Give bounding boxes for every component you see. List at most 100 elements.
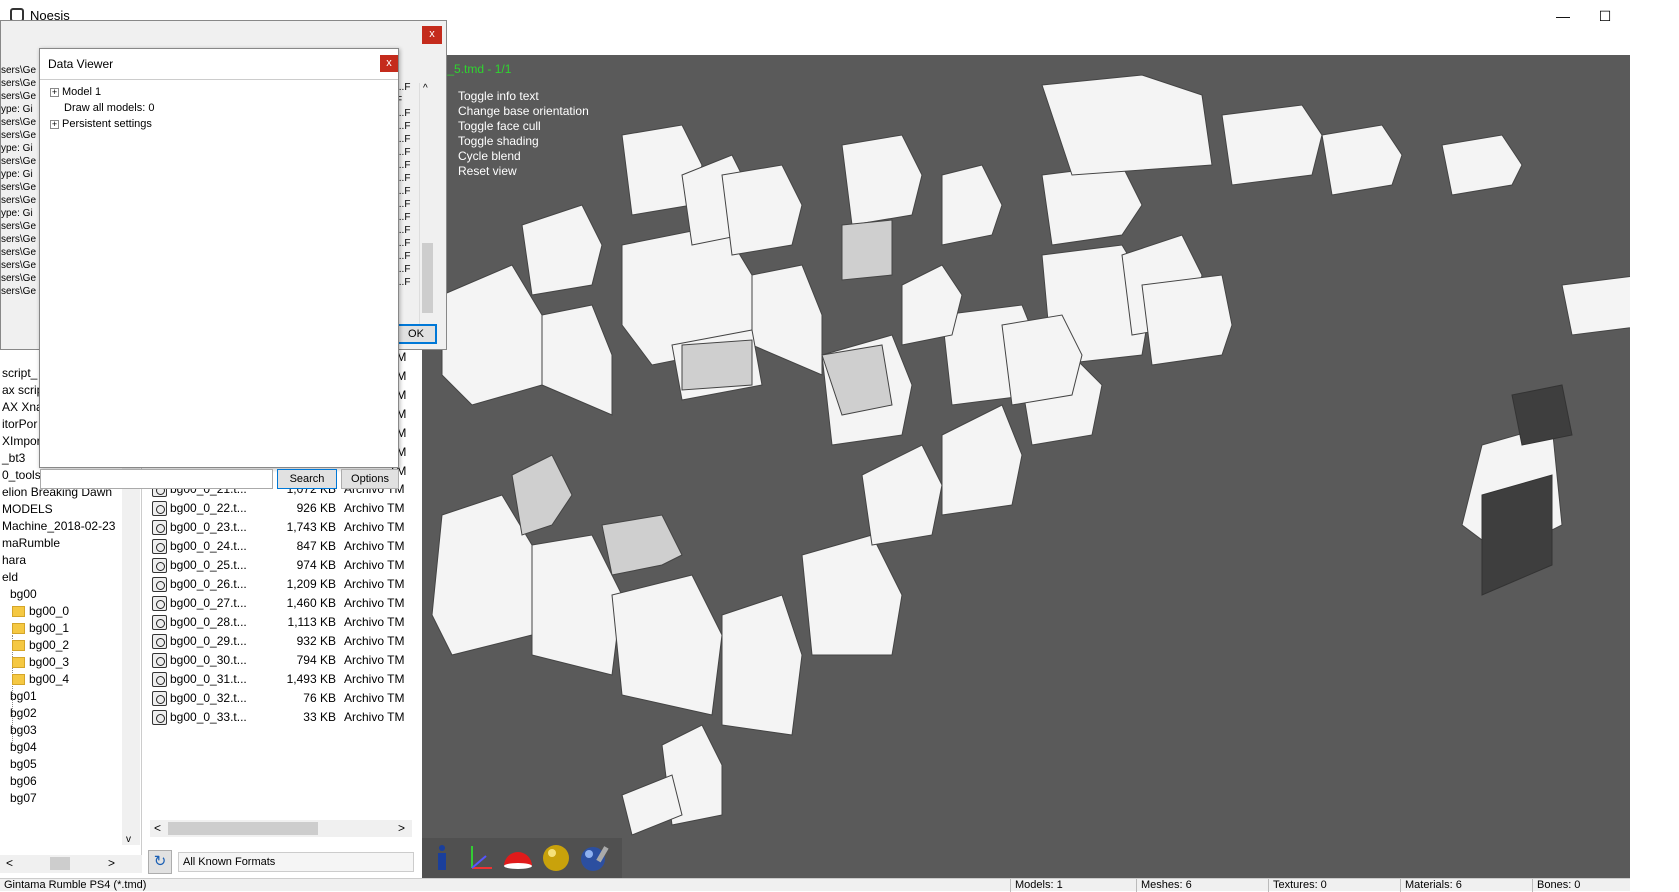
scroll-down-arrow-icon[interactable]: v [126, 834, 131, 845]
tree-item[interactable]: bg02 [10, 704, 37, 722]
viewport-menu-item[interactable]: Reset view [458, 164, 589, 179]
file-name: bg00_0_32.t... [170, 691, 247, 705]
file-row[interactable]: bg00_0_22.t... 926 KB Archivo TM [146, 499, 414, 518]
data-viewer-close-button[interactable]: x [380, 55, 398, 72]
file-row[interactable]: bg00_0_26.t... 1,209 KB Archivo TM [146, 575, 414, 594]
tree-item[interactable]: MODELS [2, 500, 53, 518]
file-list-hscroll-thumb[interactable] [168, 822, 318, 835]
file-row[interactable]: bg00_0_31.t... 1,493 KB Archivo TM [146, 670, 414, 689]
tree-item[interactable]: ax scrip [2, 381, 43, 399]
log-close-button[interactable]: x [422, 26, 442, 44]
tree-item[interactable]: bg00_2 [12, 636, 69, 654]
tree-item[interactable]: Machine_2018-02-23 [2, 517, 115, 535]
tree-item[interactable]: bg00 [10, 585, 37, 603]
tree-hscroll-thumb[interactable] [50, 857, 70, 870]
file-row[interactable]: bg00_0_32.t... 76 KB Archivo TM [146, 689, 414, 708]
info-icon[interactable] [426, 842, 458, 874]
file-size: 794 KB [296, 653, 336, 667]
file-list-horizontal-scrollbar[interactable]: < > [150, 820, 412, 837]
viewport-menu-item[interactable]: Cycle blend [458, 149, 589, 164]
minimize-button[interactable]: — [1548, 6, 1578, 26]
file-row[interactable]: bg00_0_23.t... 1,743 KB Archivo TM [146, 518, 414, 537]
viewport-menu-item[interactable]: Toggle face cull [458, 119, 589, 134]
data-viewer-search-input[interactable] [40, 469, 273, 489]
tree-item[interactable]: 0_tools [2, 466, 41, 484]
maximize-button[interactable]: ☐ [1590, 6, 1620, 26]
file-row[interactable]: bg00_0_27.t... 1,460 KB Archivo TM [146, 594, 414, 613]
blue-sphere-icon[interactable] [578, 842, 610, 874]
file-row[interactable]: bg00_0_28.t... 1,113 KB Archivo TM [146, 613, 414, 632]
tree-item[interactable]: itorPor [2, 415, 37, 433]
tree-item[interactable]: maRumble [2, 534, 60, 552]
tree-node-draw-all-models[interactable]: Draw all models: 0 [64, 102, 154, 114]
noesis-file-icon [152, 691, 167, 706]
file-size: 974 KB [296, 558, 336, 572]
status-materials: Materials: 6 [1400, 879, 1462, 892]
viewport-menu-item[interactable]: Toggle info text [458, 89, 589, 104]
tree-item[interactable]: bg00_1 [12, 619, 69, 637]
tree-item[interactable]: bg05 [10, 755, 37, 773]
tree-item[interactable]: bg07 [10, 789, 37, 807]
axes-icon[interactable] [464, 842, 496, 874]
log-line-tail: ...F [396, 277, 411, 288]
file-type: Archivo TM [344, 672, 405, 686]
tree-item[interactable]: bg06 [10, 772, 37, 790]
viewport-menu: Toggle info text Change base orientation T… [458, 89, 589, 179]
log-line-tail: ...F [396, 264, 411, 275]
tree-item[interactable]: hara [2, 551, 26, 569]
log-scroll-thumb[interactable] [422, 243, 433, 313]
tree-item[interactable]: bg03 [10, 721, 37, 739]
tree-item[interactable]: bg00_0 [12, 602, 69, 620]
format-filter-bar: ↻ All Known Formats [148, 850, 414, 874]
model-viewport[interactable]: _0_5.tmd - 1/1 Toggle info text Change ba… [422, 55, 1630, 878]
format-filter-select[interactable]: All Known Formats [178, 852, 414, 872]
file-row[interactable]: bg00_0_30.t... 794 KB Archivo TM [146, 651, 414, 670]
viewport-menu-item[interactable]: Change base orientation [458, 104, 589, 119]
file-name: bg00_0_24.t... [170, 539, 247, 553]
scroll-right-arrow-icon[interactable]: > [398, 821, 405, 835]
red-light-icon[interactable] [502, 842, 534, 874]
gold-sphere-icon[interactable] [540, 842, 572, 874]
log-line-tail: ...F [396, 160, 411, 171]
noesis-file-icon [152, 710, 167, 725]
file-size: 76 KB [303, 691, 336, 705]
status-bones: Bones: 0 [1532, 879, 1580, 892]
scroll-left-arrow-icon[interactable]: < [6, 856, 13, 870]
viewport-menu-item[interactable]: Toggle shading [458, 134, 589, 149]
noesis-file-icon [152, 558, 167, 573]
tree-item-label: MODELS [2, 502, 53, 516]
tree-item[interactable]: bg04 [10, 738, 37, 756]
tree-item[interactable]: _bt3 [2, 449, 25, 467]
log-vertical-scrollbar[interactable]: ^ v [419, 83, 435, 333]
search-button[interactable]: Search [277, 469, 337, 489]
scroll-up-arrow-icon[interactable]: ^ [423, 83, 428, 94]
file-size: 1,460 KB [286, 596, 336, 610]
tree-horizontal-scrollbar[interactable]: < > [0, 855, 142, 873]
log-ok-button[interactable]: OK [395, 324, 437, 344]
tree-node-model-1[interactable]: + Model 1 [50, 86, 101, 98]
file-name: bg00_0_22.t... [170, 501, 247, 515]
tree-node-persistent-settings[interactable]: + Persistent settings [50, 118, 152, 130]
tree-item[interactable]: bg00_4 [12, 670, 69, 688]
viewport-toolbar [422, 838, 622, 878]
tree-item[interactable]: script_ [2, 364, 37, 382]
tree-item[interactable]: bg00_3 [12, 653, 69, 671]
file-type: Archivo TM [344, 539, 405, 553]
expand-icon[interactable]: + [50, 87, 59, 97]
expand-icon[interactable]: + [50, 119, 59, 129]
file-size: 847 KB [296, 539, 336, 553]
tree-item[interactable]: eld [2, 568, 18, 586]
log-line-tail: ...F [396, 108, 411, 119]
status-textures: Textures: 0 [1268, 879, 1327, 892]
options-button[interactable]: Options [341, 469, 399, 489]
file-row[interactable]: bg00_0_29.t... 932 KB Archivo TM [146, 632, 414, 651]
scroll-left-arrow-icon[interactable]: < [154, 821, 161, 835]
tree-item[interactable]: AX Xna [2, 398, 43, 416]
file-row[interactable]: bg00_0_24.t... 847 KB Archivo TM [146, 537, 414, 556]
file-row[interactable]: bg00_0_25.t... 974 KB Archivo TM [146, 556, 414, 575]
refresh-icon[interactable]: ↻ [148, 850, 172, 874]
tree-item[interactable]: XImpor [2, 432, 41, 450]
scroll-right-arrow-icon[interactable]: > [108, 856, 115, 870]
tree-item[interactable]: bg01 [10, 687, 37, 705]
file-row[interactable]: bg00_0_33.t... 33 KB Archivo TM [146, 708, 414, 727]
